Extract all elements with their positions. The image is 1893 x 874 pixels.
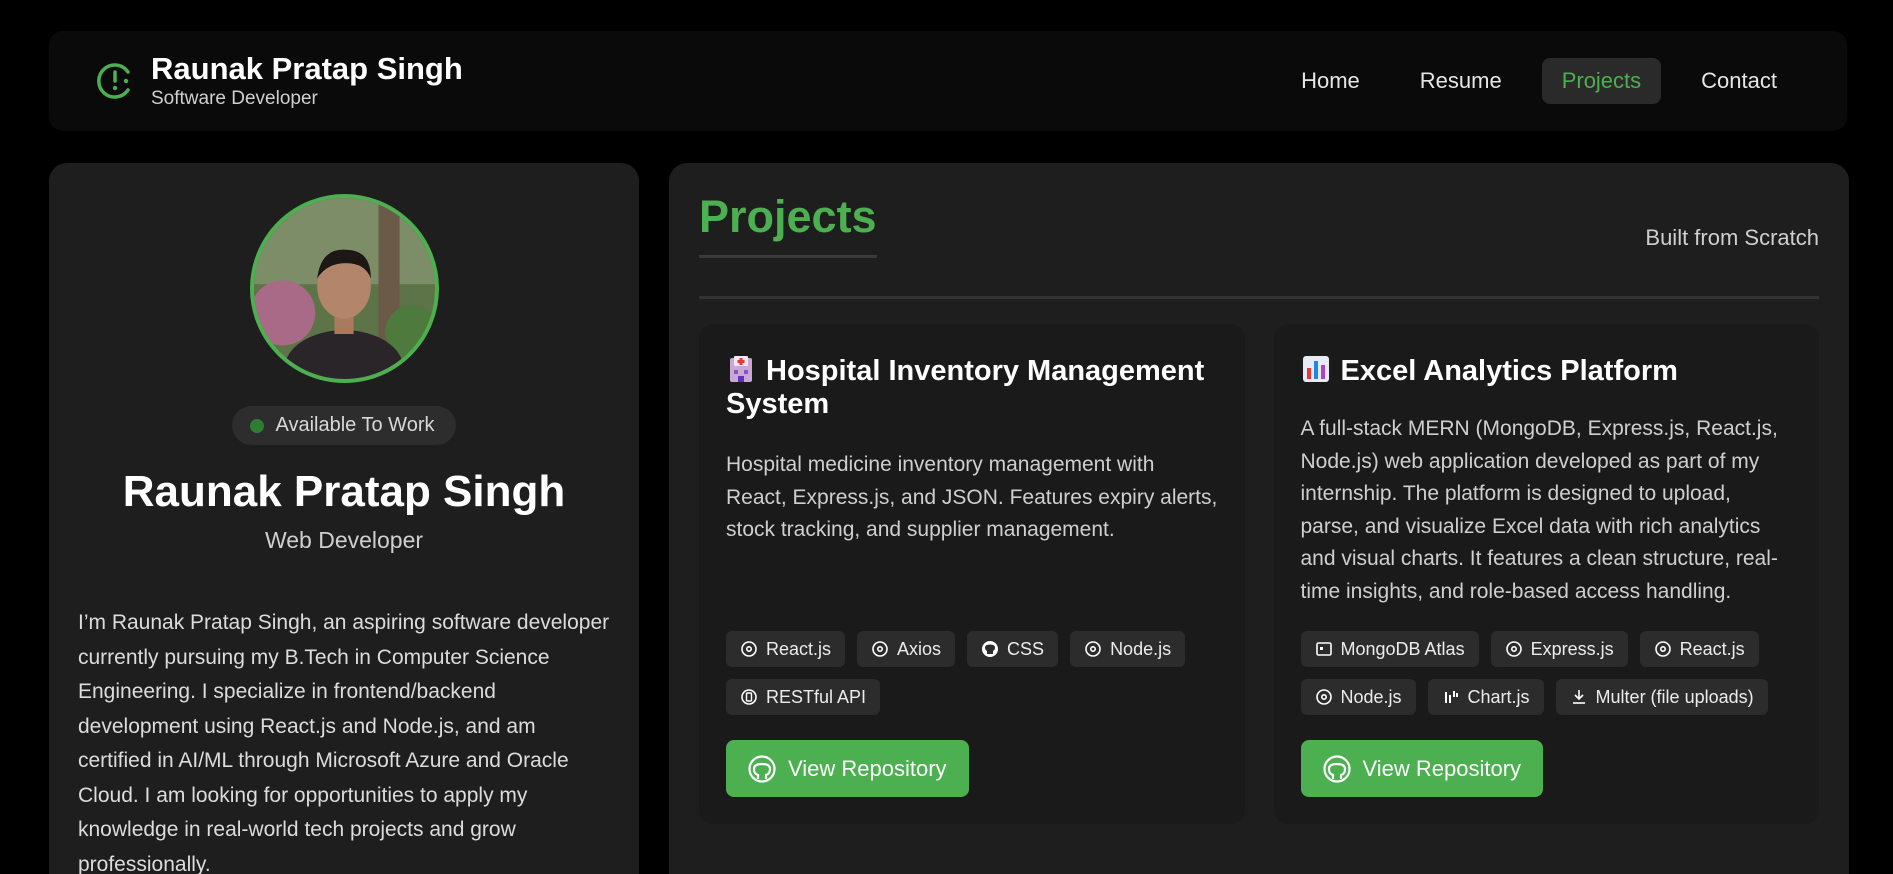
react-icon [741,641,757,657]
react-icon [1654,641,1671,657]
tag-label: MongoDB Atlas [1340,638,1465,659]
view-repository-button[interactable]: View Repository [726,740,969,797]
tech-tag: CSS [967,631,1059,667]
projects-section: Projects Built from Scratch Hospital Inv… [669,163,1849,874]
tag-label: Multer (file uploads) [1595,686,1754,707]
chart-icon [1444,691,1458,703]
status-badge: Available To Work [231,406,457,445]
status-text: Available To Work [275,414,435,436]
projects-tagline: Built from Scratch [1645,225,1819,250]
brand-text: Raunak Pratap Singh Software Developer [151,50,463,110]
profile-bio: I’m Raunak Pratap Singh, an aspiring sof… [78,611,610,874]
axios-icon [872,641,888,657]
tech-tag: RESTful API [726,679,881,715]
projects-header: Projects Built from Scratch [699,163,1819,299]
profile-card: Available To Work Raunak Pratap Singh We… [49,163,639,874]
github-icon [1322,754,1351,783]
button-label: View Repository [788,755,947,781]
view-repository-button[interactable]: View Repository [1300,740,1544,797]
project-title-text: Excel Analytics Platform [1340,355,1678,387]
tech-tags: MongoDB Atlas Express.js React.js Node.j… [1300,631,1800,715]
project-description: Hospital medicine inventory management w… [726,453,1218,541]
profile-role: Web Developer [264,527,424,553]
github-icon [982,641,999,657]
project-title: Excel Analytics Platform [1301,354,1793,388]
tech-tag: Chart.js [1427,679,1544,715]
tech-tag: Axios [857,631,956,667]
tech-tag: Node.js [1070,631,1186,667]
project-title-text: Hospital Inventory Management System [726,355,1205,420]
clock-icon [97,63,130,99]
site-header: Raunak Pratap Singh Software Developer H… [49,31,1847,131]
tag-label: Axios [897,638,942,659]
brand[interactable]: Raunak Pratap Singh Software Developer [95,50,463,110]
project-description: A full-stack MERN (MongoDB, Express.js, … [1300,417,1778,603]
main-nav: Home Resume Projects Contact [1281,58,1797,104]
hospital-icon [730,356,752,382]
project-title: Hospital Inventory Management System [726,354,1218,421]
express-icon [1505,641,1522,657]
upload-icon [1572,690,1585,704]
github-icon [748,754,776,783]
project-card: Hospital Inventory Management System Hos… [699,324,1245,824]
brand-subtitle: Software Developer [151,88,318,110]
tag-label: Node.js [1340,686,1402,707]
tech-tag: Node.js [1300,679,1416,715]
tag-label: RESTful API [766,686,867,707]
tech-tag: MongoDB Atlas [1300,631,1479,667]
avatar-photo [253,198,435,379]
nav-resume[interactable]: Resume [1400,58,1522,104]
divider [699,296,1819,299]
tag-label: CSS [1007,638,1045,659]
profile-name: Raunak Pratap Singh [122,467,566,516]
brand-name: Raunak Pratap Singh [151,50,463,86]
tag-label: Node.js [1110,638,1172,659]
tech-tag: React.js [726,631,846,667]
database-icon [1315,642,1332,656]
node-icon [1085,641,1101,657]
tag-label: React.js [1679,638,1745,659]
tag-label: Chart.js [1467,686,1530,707]
tech-tag: Multer (file uploads) [1555,679,1768,715]
button-label: View Repository [1362,755,1522,781]
tag-label: Express.js [1530,638,1614,659]
nav-contact[interactable]: Contact [1681,58,1797,104]
node-icon [1315,689,1332,705]
avatar [249,194,439,383]
nav-projects[interactable]: Projects [1541,58,1662,104]
tech-tag: React.js [1639,631,1759,667]
status-dot-icon [249,418,264,433]
project-cards: Hospital Inventory Management System Hos… [699,324,1819,824]
bar-chart-icon [1302,356,1329,382]
nav-home[interactable]: Home [1281,58,1380,104]
tech-tag: Express.js [1490,631,1628,667]
page-title: Projects [699,191,877,258]
tag-label: React.js [766,638,832,659]
api-icon [741,689,757,705]
project-card: Excel Analytics Platform A full-stack ME… [1273,324,1819,824]
tech-tags: React.js Axios CSS Node.js RESTful API [726,631,1225,715]
